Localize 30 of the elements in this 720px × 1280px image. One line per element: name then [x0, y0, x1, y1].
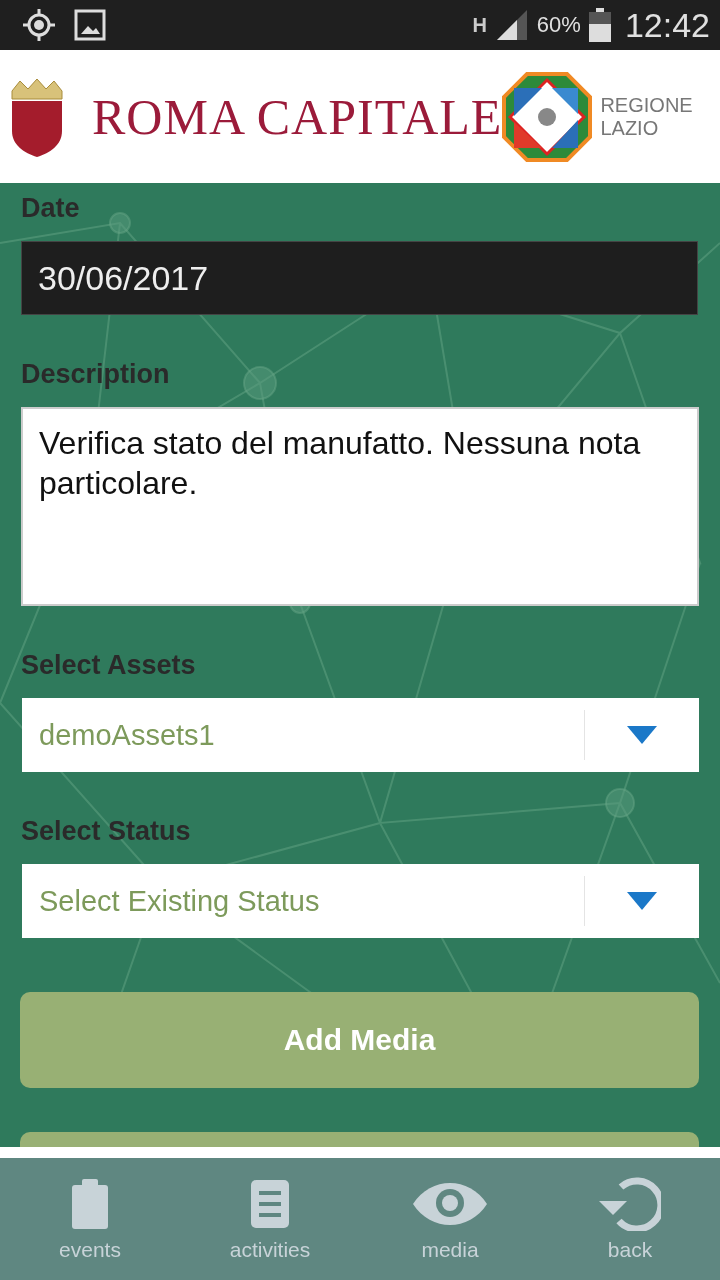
eye-icon	[413, 1183, 487, 1225]
add-media-button[interactable]: Add Media	[20, 992, 699, 1088]
battery-icon	[588, 8, 611, 42]
document-icon	[251, 1180, 289, 1228]
dropdown-arrow-icon	[627, 726, 657, 744]
select-field[interactable]: Select Existing Status	[22, 864, 699, 938]
field-label: Description	[21, 358, 171, 391]
field-label: Select Assets	[21, 649, 197, 682]
logo-title: ROMA CAPITALE	[92, 87, 503, 146]
field-label: Date	[21, 192, 81, 225]
region-name: REGIONE	[600, 93, 693, 117]
date-field[interactable]: 30/06/2017	[21, 241, 698, 315]
nav-tab[interactable]: back	[540, 1158, 720, 1280]
clipboard-icon	[72, 1179, 108, 1229]
network-type: H	[472, 15, 487, 35]
select-field[interactable]: demoAssets1	[22, 698, 699, 772]
nav-tab[interactable]: activities	[180, 1158, 360, 1280]
refresh-icon	[599, 1177, 661, 1231]
description-field[interactable]: Verifica stato del manufatto. Nessuna nota particolare.	[21, 407, 699, 606]
battery-percent: 60%	[536, 12, 581, 38]
nav-tab[interactable]: media	[360, 1158, 540, 1280]
crest-icon	[8, 76, 66, 157]
region-name: LAZIO	[600, 116, 660, 140]
field-label: Select Status	[21, 815, 192, 848]
region-emblem-icon	[502, 71, 593, 162]
clock: 12:42	[624, 5, 710, 45]
nav-tab[interactable]: events	[0, 1158, 180, 1280]
location-icon	[22, 8, 56, 42]
dropdown-arrow-icon	[627, 892, 657, 910]
image-icon	[74, 9, 106, 41]
